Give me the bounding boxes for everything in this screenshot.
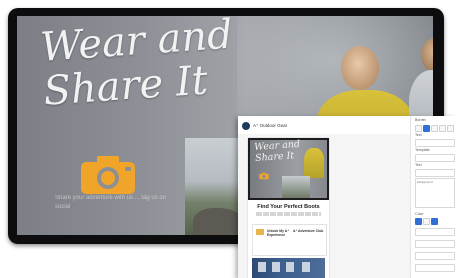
swatch-dark-button[interactable] — [431, 218, 438, 225]
email-editor-screenshot: A⁺ Outdoor Gear Wear and Share It Find Y… — [238, 116, 456, 278]
property-field-e[interactable] — [415, 240, 455, 248]
property-field-f[interactable] — [415, 252, 455, 260]
swatch-white-button[interactable] — [423, 218, 430, 225]
email-footer-image[interactable] — [252, 258, 325, 278]
property-field-d[interactable] — [415, 228, 455, 236]
property-field-b[interactable] — [415, 154, 455, 162]
editor-header: A⁺ Outdoor Gear — [242, 120, 287, 132]
property-field-a[interactable] — [415, 139, 455, 147]
email-hero-block[interactable]: Wear and Share It — [248, 138, 329, 200]
align-justify-button[interactable] — [439, 125, 446, 132]
editor-canvas[interactable]: Wear and Share It Find Your Perfect Boot… — [238, 134, 410, 278]
properties-panel: Border Text Template Text background Col… — [410, 116, 456, 278]
card-left-heading: Unlock My A⁺ Experience — [267, 229, 290, 238]
camera-icon — [259, 172, 269, 180]
property-label-c: Text — [415, 163, 422, 167]
email-promo-card[interactable]: Unlock My A⁺ Experience A⁺ Adventure Clu… — [252, 224, 327, 256]
card-right-heading: A⁺ Adventure Club — [293, 229, 324, 233]
color-swatches — [415, 218, 438, 225]
property-label-a: Text — [415, 133, 422, 137]
email-hero-person — [304, 148, 324, 178]
email-hero-title-line-2: Share It — [254, 150, 295, 164]
swatch-blue-button[interactable] — [415, 218, 422, 225]
property-textarea-value: background — [417, 180, 433, 184]
email-hero-title: Wear and Share It — [254, 139, 301, 164]
align-right-button[interactable] — [431, 125, 438, 132]
hero-caption: Share your adventure with us ... tag us … — [55, 195, 167, 210]
property-textarea[interactable]: background — [415, 178, 455, 208]
property-label-b: Template — [415, 148, 430, 152]
email-section-subtext — [256, 212, 321, 216]
email-hero-photo — [282, 176, 310, 198]
format-button[interactable] — [447, 125, 454, 132]
card-thumbnail — [256, 229, 264, 235]
align-left-button[interactable] — [415, 125, 422, 132]
brand-logo-icon — [242, 122, 250, 130]
property-field-g[interactable] — [415, 264, 455, 272]
camera-icon — [81, 156, 135, 194]
email-section-title[interactable]: Find Your Perfect Boots — [248, 204, 329, 210]
app-title: A⁺ Outdoor Gear — [253, 123, 288, 128]
properties-section-label: Border — [415, 118, 426, 122]
alignment-buttons — [415, 125, 454, 132]
property-label-d: Color — [415, 212, 424, 216]
align-center-button[interactable] — [423, 125, 430, 132]
email-preview[interactable]: Wear and Share It Find Your Perfect Boot… — [248, 138, 329, 278]
property-field-c[interactable] — [415, 169, 455, 177]
